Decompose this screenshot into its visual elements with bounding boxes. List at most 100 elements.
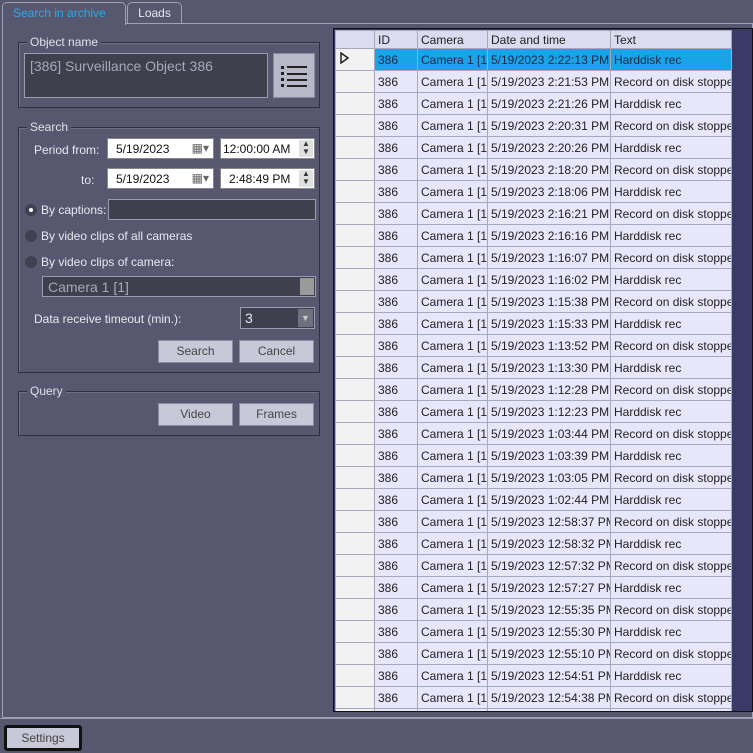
table-row[interactable]: 386 Camera 1 [1] 5/19/2023 1:15:38 PM Recor…	[335, 290, 732, 313]
cancel-button[interactable]: Cancel	[239, 340, 314, 363]
row-header[interactable]	[335, 620, 375, 643]
cell-date: 5/19/2023 1:12:23 PM	[487, 400, 611, 423]
table-row[interactable]: 386 Camera 1 [1] 5/19/2023 2:21:26 PM Hardd…	[335, 92, 732, 115]
to-date-picker[interactable]: 5/19/2023 ▦▾	[107, 168, 214, 189]
table-row[interactable]: 386 Camera 1 [1] 5/19/2023 1:13:30 PM Hardd…	[335, 356, 732, 379]
cell-camera: Camera 1 [1]	[417, 290, 488, 313]
row-header[interactable]	[335, 180, 375, 203]
row-header[interactable]	[335, 400, 375, 423]
table-row[interactable]	[335, 708, 732, 711]
row-header[interactable]	[335, 422, 375, 445]
table-row[interactable]: 386 Camera 1 [1] 5/19/2023 12:57:32 PM Reco…	[335, 554, 732, 577]
object-name-field[interactable]: [386] Surveillance Object 386	[24, 53, 268, 98]
cell-text	[610, 708, 732, 711]
table-row[interactable]: 386 Camera 1 [1] 5/19/2023 1:02:44 PM Hardd…	[335, 488, 732, 511]
by-captions-radio[interactable]	[25, 204, 37, 216]
table-row[interactable]: 386 Camera 1 [1] 5/19/2023 1:13:52 PM Recor…	[335, 334, 732, 357]
row-header[interactable]	[335, 378, 375, 401]
row-header[interactable]	[335, 114, 375, 137]
table-row[interactable]: 386 Camera 1 [1] 5/19/2023 2:22:13 PM Hardd…	[335, 48, 732, 71]
table-row[interactable]: 386 Camera 1 [1] 5/19/2023 2:18:20 PM Recor…	[335, 158, 732, 181]
table-row[interactable]: 386 Camera 1 [1] 5/19/2023 1:03:44 PM Recor…	[335, 422, 732, 445]
table-row[interactable]: 386 Camera 1 [1] 5/19/2023 12:55:30 PM Hard…	[335, 620, 732, 643]
row-header[interactable]	[335, 312, 375, 335]
column-header-text[interactable]: Text	[610, 30, 732, 49]
row-header[interactable]	[335, 598, 375, 621]
row-header[interactable]	[335, 48, 375, 71]
from-time-field[interactable]: 12:00:00 AM ▲ ▼	[220, 138, 315, 159]
table-row[interactable]: 386 Camera 1 [1] 5/19/2023 1:12:23 PM Hardd…	[335, 400, 732, 423]
cell-camera: Camera 1 [1]	[417, 422, 488, 445]
table-row[interactable]: 386 Camera 1 [1] 5/19/2023 1:03:05 PM Recor…	[335, 466, 732, 489]
table-row[interactable]: 386 Camera 1 [1] 5/19/2023 1:03:39 PM Hardd…	[335, 444, 732, 467]
row-header[interactable]	[335, 554, 375, 577]
table-row[interactable]: 386 Camera 1 [1] 5/19/2023 1:16:07 PM Recor…	[335, 246, 732, 269]
row-header[interactable]	[335, 268, 375, 291]
table-row[interactable]: 386 Camera 1 [1] 5/19/2023 2:21:53 PM Recor…	[335, 70, 732, 93]
to-time-field[interactable]: 2:48:49 PM ▲ ▼	[220, 168, 315, 189]
table-row[interactable]: 386 Camera 1 [1] 5/19/2023 2:18:06 PM Hardd…	[335, 180, 732, 203]
cell-text: Harddisk rec	[610, 48, 732, 71]
row-header[interactable]	[335, 708, 375, 711]
from-time-value: 12:00:00 AM	[223, 142, 291, 156]
row-header[interactable]	[335, 290, 375, 313]
from-date-picker[interactable]: 5/19/2023 ▦▾	[107, 138, 214, 159]
table-row[interactable]: 386 Camera 1 [1] 5/19/2023 12:58:37 PM Reco…	[335, 510, 732, 533]
search-button[interactable]: Search	[158, 340, 233, 363]
row-header[interactable]	[335, 136, 375, 159]
column-header-camera[interactable]: Camera	[417, 30, 488, 49]
by-camera-radio[interactable]	[25, 256, 37, 268]
chevron-down-icon[interactable]: ▼	[298, 309, 313, 327]
row-header[interactable]	[335, 158, 375, 181]
camera-select[interactable]: Camera 1 [1]	[42, 276, 316, 297]
row-header[interactable]	[335, 224, 375, 247]
row-header[interactable]	[335, 510, 375, 533]
row-header[interactable]	[335, 664, 375, 687]
row-header[interactable]	[335, 466, 375, 489]
cell-camera: Camera 1 [1]	[417, 532, 488, 555]
column-header-date[interactable]: Date and time	[487, 30, 611, 49]
row-header[interactable]	[335, 70, 375, 93]
row-header[interactable]	[335, 686, 375, 709]
row-header[interactable]	[335, 202, 375, 225]
row-header[interactable]	[335, 334, 375, 357]
table-row[interactable]: 386 Camera 1 [1] 5/19/2023 12:55:35 PM Reco…	[335, 598, 732, 621]
row-header[interactable]	[335, 356, 375, 379]
timeout-select[interactable]: 3 ▼	[240, 307, 315, 329]
table-row[interactable]: 386 Camera 1 [1] 5/19/2023 2:20:26 PM Hardd…	[335, 136, 732, 159]
table-row[interactable]: 386 Camera 1 [1] 5/19/2023 12:54:38 PM Reco…	[335, 686, 732, 709]
column-header-id[interactable]: ID	[374, 30, 418, 49]
row-header[interactable]	[335, 576, 375, 599]
tab-loads[interactable]: Loads	[127, 2, 182, 24]
settings-button[interactable]: Settings	[4, 725, 82, 751]
calendar-icon[interactable]: ▦▾	[192, 171, 209, 185]
calendar-icon[interactable]: ▦▾	[192, 141, 209, 155]
table-row[interactable]: 386 Camera 1 [1] 5/19/2023 1:15:33 PM Hardd…	[335, 312, 732, 335]
time-spinner-icon[interactable]: ▲ ▼	[299, 140, 313, 157]
table-row[interactable]: 386 Camera 1 [1] 5/19/2023 12:54:51 PM Hard…	[335, 664, 732, 687]
cell-date: 5/19/2023 2:18:06 PM	[487, 180, 611, 203]
row-header[interactable]	[335, 488, 375, 511]
frames-button[interactable]: Frames	[239, 403, 314, 426]
table-row[interactable]: 386 Camera 1 [1] 5/19/2023 2:16:16 PM Hardd…	[335, 224, 732, 247]
row-header[interactable]	[335, 532, 375, 555]
video-button[interactable]: Video	[158, 403, 233, 426]
row-header[interactable]	[335, 444, 375, 467]
table-row[interactable]: 386 Camera 1 [1] 5/19/2023 2:16:21 PM Recor…	[335, 202, 732, 225]
tab-search-in-archive[interactable]: Search in archive	[2, 2, 126, 25]
row-header[interactable]	[335, 246, 375, 269]
row-header[interactable]	[335, 642, 375, 665]
table-row[interactable]: 386 Camera 1 [1] 5/19/2023 2:20:31 PM Recor…	[335, 114, 732, 137]
by-all-cameras-radio[interactable]	[25, 230, 37, 242]
table-row[interactable]: 386 Camera 1 [1] 5/19/2023 12:55:10 PM Reco…	[335, 642, 732, 665]
object-list-button[interactable]	[273, 53, 315, 98]
time-spinner-icon[interactable]: ▲ ▼	[299, 170, 313, 187]
events-grid[interactable]: ID Camera Date and time Text 386 Camera 1…	[333, 28, 753, 712]
table-row[interactable]: 386 Camera 1 [1] 5/19/2023 12:57:27 PM Hard…	[335, 576, 732, 599]
table-row[interactable]: 386 Camera 1 [1] 5/19/2023 1:16:02 PM Hardd…	[335, 268, 732, 291]
dropdown-button[interactable]	[300, 278, 314, 295]
table-row[interactable]: 386 Camera 1 [1] 5/19/2023 12:58:32 PM Hard…	[335, 532, 732, 555]
captions-input[interactable]	[108, 199, 316, 220]
row-header[interactable]	[335, 92, 375, 115]
table-row[interactable]: 386 Camera 1 [1] 5/19/2023 1:12:28 PM Recor…	[335, 378, 732, 401]
